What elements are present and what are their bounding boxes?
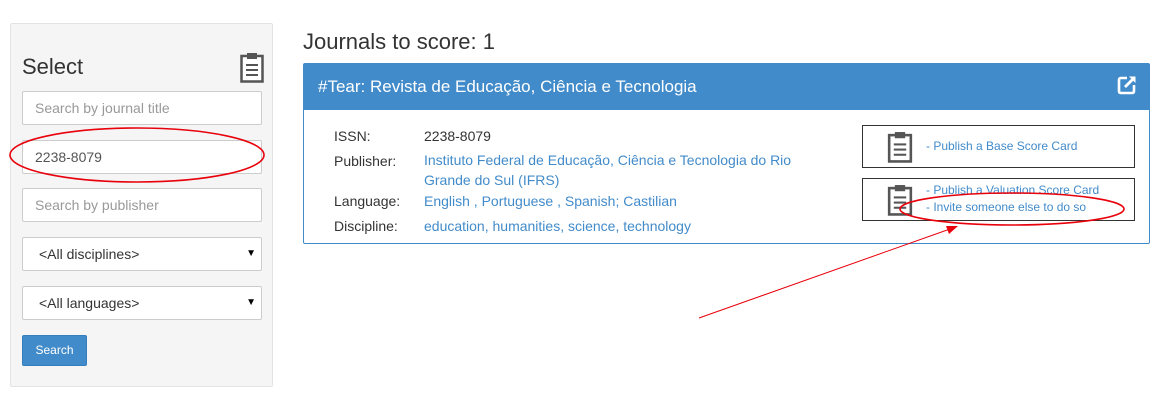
- journal-panel: #Tear: Revista de Educação, Ciência e Te…: [303, 63, 1150, 244]
- disciplines-select-value: <All disciplines>: [39, 246, 140, 262]
- publish-valuation-score-card-link[interactable]: - Publish a Valuation Score Card: [926, 183, 1099, 197]
- language-links[interactable]: English , Portuguese , Spanish; Castilia…: [424, 193, 677, 209]
- sidebar-title: Select: [22, 54, 84, 79]
- journal-title: #Tear: Revista de Educação, Ciência e Te…: [318, 77, 697, 96]
- discipline-label: Discipline:: [334, 218, 398, 234]
- valuation-score-card-box: - Publish a Valuation Score Card - Invit…: [862, 178, 1135, 221]
- clipboard-icon[interactable]: [240, 52, 264, 83]
- language-label: Language:: [334, 193, 401, 209]
- issn-label: ISSN:: [334, 128, 371, 144]
- discipline-links[interactable]: education, humanities, science, technolo…: [424, 218, 691, 234]
- issn-value: 2238-8079: [424, 128, 491, 144]
- page-title: Journals to score: 1: [303, 29, 495, 54]
- search-button[interactable]: Search: [22, 335, 87, 366]
- languages-select-value: <All languages>: [39, 295, 140, 311]
- filter-sidebar: Select <All disciplines> ▼ <All language…: [10, 23, 273, 387]
- chevron-down-icon: ▼: [246, 248, 256, 259]
- chevron-down-icon: ▼: [246, 297, 256, 308]
- publisher-link[interactable]: Instituto Federal de Educação, Ciência e…: [424, 150, 814, 190]
- journal-panel-header: #Tear: Revista de Educação, Ciência e Te…: [304, 64, 1149, 110]
- clipboard-icon: [887, 185, 913, 216]
- issn-search-input[interactable]: [22, 140, 262, 174]
- disciplines-select[interactable]: <All disciplines> ▼: [22, 237, 262, 271]
- languages-select[interactable]: <All languages> ▼: [22, 286, 262, 320]
- publish-base-score-card-link[interactable]: - Publish a Base Score Card: [926, 139, 1077, 153]
- clipboard-icon: [887, 132, 913, 163]
- invite-someone-link[interactable]: - Invite someone else to do so: [926, 200, 1086, 214]
- publisher-search-input[interactable]: [22, 188, 262, 222]
- publisher-label: Publisher:: [334, 153, 397, 169]
- base-score-card-box: - Publish a Base Score Card: [862, 125, 1135, 168]
- external-link-icon[interactable]: [1117, 75, 1137, 95]
- journal-title-search-input[interactable]: [22, 91, 262, 125]
